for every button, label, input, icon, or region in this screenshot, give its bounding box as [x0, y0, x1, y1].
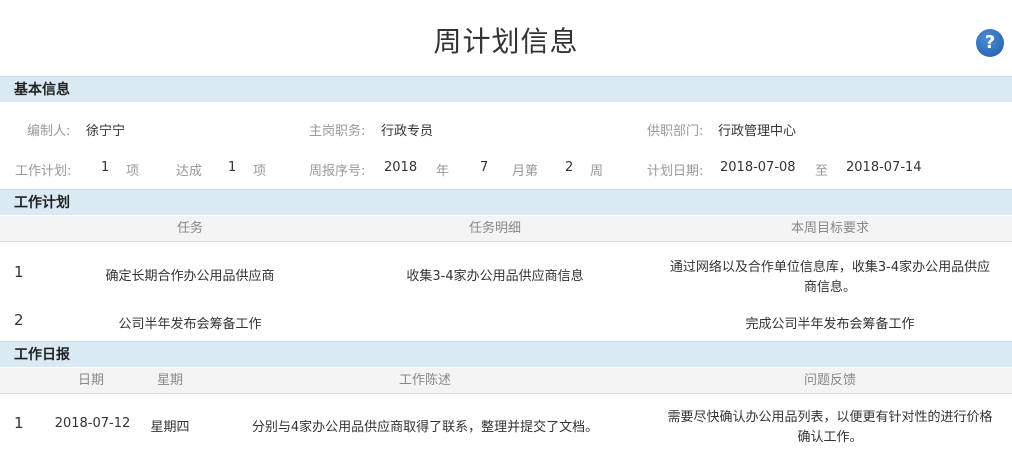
- dept-label: 供职部门:: [647, 124, 704, 139]
- plan-header-task: 任务: [176, 221, 203, 236]
- week-number-label: 周报序号:: [309, 164, 366, 179]
- plan-date-end: 2018-07-14: [846, 160, 922, 175]
- plan-row-number: 2: [14, 311, 24, 329]
- page-title: 周计划信息: [433, 25, 579, 58]
- plan-row-goal-line2: 商信息。: [803, 280, 856, 295]
- week-unit: 周: [590, 164, 604, 179]
- section-work-plan: 工作计划: [0, 189, 1012, 215]
- plan-header-goal: 本周目标要求: [790, 221, 869, 236]
- plan-count-value: 1: [101, 160, 110, 175]
- plan-header-detail: 任务明细: [468, 221, 521, 236]
- section-basic-info: 基本信息: [0, 76, 1012, 102]
- plan-date-label: 计划日期:: [647, 164, 704, 179]
- editor-label: 编制人:: [27, 124, 71, 139]
- daily-row-feedback-line2: 确认工作。: [797, 430, 863, 445]
- done-count-label: 达成: [176, 164, 203, 179]
- plan-row-goal-line1: 完成公司半年发布会筹备工作: [745, 317, 915, 332]
- month-value: 7: [480, 160, 489, 175]
- week-value: 2: [565, 160, 574, 175]
- done-count-unit: 项: [253, 164, 267, 179]
- section-daily-report: 工作日报: [0, 341, 1012, 367]
- editor-value: 徐宁宁: [86, 124, 126, 139]
- daily-row-statement: 分别与4家办公用品供应商取得了联系，整理并提交了文档。: [251, 420, 599, 435]
- daily-header-feedback: 问题反馈: [803, 373, 856, 388]
- position-value: 行政专员: [381, 124, 434, 139]
- daily-row-date: 2018-07-12: [54, 416, 131, 431]
- plan-row-task: 确定长期合作办公用品供应商: [105, 269, 275, 284]
- dept-value: 行政管理中心: [718, 124, 797, 139]
- month-unit: 月第: [512, 164, 539, 179]
- plan-row-task: 公司半年发布会筹备工作: [118, 317, 262, 332]
- plan-row-detail: 收集3-4家办公用品供应商信息: [406, 269, 584, 284]
- position-label: 主岗职务:: [309, 124, 366, 139]
- plan-date-to: 至: [815, 164, 829, 179]
- plan-count-label: 工作计划:: [15, 164, 72, 179]
- done-count-value: 1: [228, 160, 237, 175]
- daily-row-weekday: 星期四: [150, 420, 190, 435]
- daily-table-header: 日期 星期 工作陈述 问题反馈: [0, 368, 1012, 394]
- daily-header-weekday: 星期: [156, 373, 183, 388]
- plan-table-header: 任务 任务明细 本周目标要求: [0, 216, 1012, 242]
- daily-header-statement: 工作陈述: [398, 373, 451, 388]
- plan-row-number: 1: [14, 263, 24, 281]
- daily-row-feedback-line1: 需要尽快确认办公用品列表，以便更有针对性的进行价格: [667, 410, 993, 425]
- daily-header-date: 日期: [77, 373, 104, 388]
- year-unit: 年: [436, 164, 450, 179]
- help-icon[interactable]: ?: [976, 29, 1004, 57]
- plan-row-goal-line1: 通过网络以及合作单位信息库，收集3-4家办公用品供应: [669, 260, 991, 275]
- daily-row-number: 1: [14, 414, 24, 432]
- plan-date-start: 2018-07-08: [720, 160, 796, 175]
- plan-count-unit: 项: [126, 164, 140, 179]
- year-value: 2018: [384, 160, 418, 175]
